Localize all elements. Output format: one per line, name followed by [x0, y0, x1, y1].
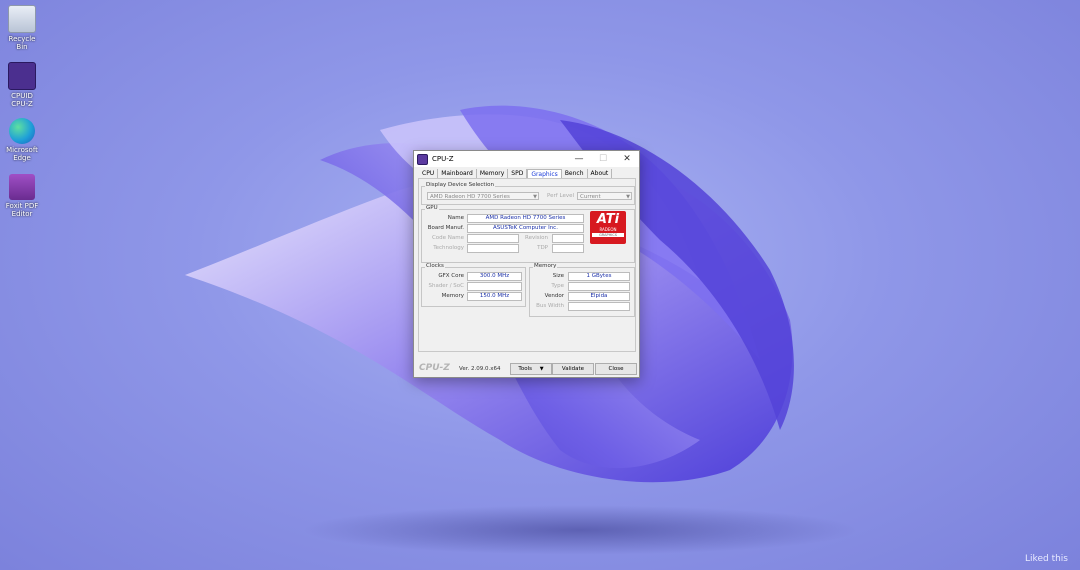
group-legend: Display Device Selection: [425, 182, 495, 188]
clock-memory-label: Memory: [441, 293, 464, 299]
revision-value: [552, 234, 584, 243]
recycle-bin-icon: [8, 5, 36, 33]
chevron-down-icon: ▼: [626, 194, 630, 200]
cpuz-brand: CPU-Z: [419, 363, 450, 373]
validate-button[interactable]: Validate: [552, 363, 594, 375]
foxit-pdf-icon: [9, 174, 35, 200]
mem-type-value: [568, 282, 630, 291]
tools-button[interactable]: Tools ▼: [510, 363, 552, 375]
mem-size-label: Size: [552, 273, 564, 279]
chevron-down-icon: ▼: [539, 366, 544, 372]
clocks-group: Clocks GFX Core 300.0 MHz Shader / SoC M…: [421, 263, 526, 307]
clock-memory-value: 150.0 MHz: [467, 292, 522, 301]
tdp-value: [552, 244, 584, 253]
window-title: CPU-Z: [432, 155, 454, 163]
bus-width-label: Bus Width: [536, 303, 564, 309]
tdp-label: TDP: [537, 245, 548, 251]
group-legend: Clocks: [425, 263, 445, 269]
technology-label: Technology: [433, 245, 464, 251]
close-window-button[interactable]: ✕: [620, 153, 634, 165]
mem-size-value: 1 GBytes: [568, 272, 630, 281]
desktop-icon-label: Recycle Bin: [8, 35, 36, 51]
shader-soc-label: Shader / SoC: [428, 283, 464, 289]
display-selection-group: Display Device Selection AMD Radeon HD 7…: [421, 182, 635, 205]
cpuz-app-icon: [417, 153, 428, 165]
footer-bar: CPU-Z Ver. 2.09.0.x64 Tools ▼ Validate C…: [414, 362, 639, 376]
board-manuf-label: Board Manuf.: [427, 225, 464, 231]
logo-line2: GRAPHICS: [592, 233, 624, 237]
close-button[interactable]: Close: [595, 363, 637, 375]
perf-level-select[interactable]: Current ▼: [577, 192, 632, 200]
minimize-button[interactable]: —: [572, 153, 586, 165]
desktop-icon-foxit[interactable]: Foxit PDF Editor: [2, 174, 42, 218]
desktop-icon-edge[interactable]: Microsoft Edge: [2, 118, 42, 162]
logo-line1: RADEON: [599, 227, 617, 232]
gpu-name-label: Name: [447, 215, 464, 221]
edge-icon: [9, 118, 35, 144]
board-manuf-value: ASUSTeK Computer Inc.: [467, 224, 584, 233]
shader-soc-value: [467, 282, 522, 291]
mem-vendor-value: Elpida: [568, 292, 630, 301]
watermark-text: Liked this: [1025, 554, 1068, 564]
code-name-label: Code Name: [431, 235, 464, 241]
desktop-icon-label: Microsoft Edge: [6, 146, 38, 162]
perf-level-label: Perf Level: [547, 193, 574, 199]
revision-label: Revision: [525, 235, 548, 241]
group-legend: GPU: [425, 205, 439, 211]
title-bar[interactable]: CPU-Z — ☐ ✕: [414, 151, 639, 167]
graphics-panel: Display Device Selection AMD Radeon HD 7…: [418, 178, 636, 352]
memory-group: Memory Size 1 GBytes Type Vendor Elpida …: [529, 263, 635, 317]
display-device-select[interactable]: AMD Radeon HD 7700 Series ▼: [427, 192, 539, 200]
logo-text: ATi: [596, 212, 620, 227]
technology-value: [467, 244, 519, 253]
mem-type-label: Type: [551, 283, 564, 289]
gfx-core-label: GFX Core: [438, 273, 464, 279]
perf-level-value: Current: [580, 194, 601, 200]
chevron-down-icon: ▼: [533, 194, 537, 200]
cpuz-window[interactable]: CPU-Z — ☐ ✕ CPU Mainboard Memory SPD Gra…: [413, 150, 640, 378]
gfx-core-value: 300.0 MHz: [467, 272, 522, 281]
mem-vendor-label: Vendor: [544, 293, 564, 299]
desktop-icon-recycle-bin[interactable]: Recycle Bin: [2, 5, 42, 51]
tools-label: Tools: [518, 366, 532, 372]
code-name-value: [467, 234, 519, 243]
cpuz-icon: [8, 62, 36, 90]
ati-radeon-logo: ATi RADEON GRAPHICS: [590, 211, 626, 244]
desktop-icon-label: CPUID CPU-Z: [11, 92, 33, 108]
group-legend: Memory: [533, 263, 558, 269]
desktop-icon-label: Foxit PDF Editor: [5, 202, 39, 218]
version-text: Ver. 2.09.0.x64: [459, 366, 501, 372]
desktop-icon-cpuz[interactable]: CPUID CPU-Z: [2, 62, 42, 108]
display-device-value: AMD Radeon HD 7700 Series: [430, 194, 510, 200]
gpu-name-value: AMD Radeon HD 7700 Series: [467, 214, 584, 223]
bus-width-value: [568, 302, 630, 311]
maximize-button[interactable]: ☐: [596, 153, 610, 165]
